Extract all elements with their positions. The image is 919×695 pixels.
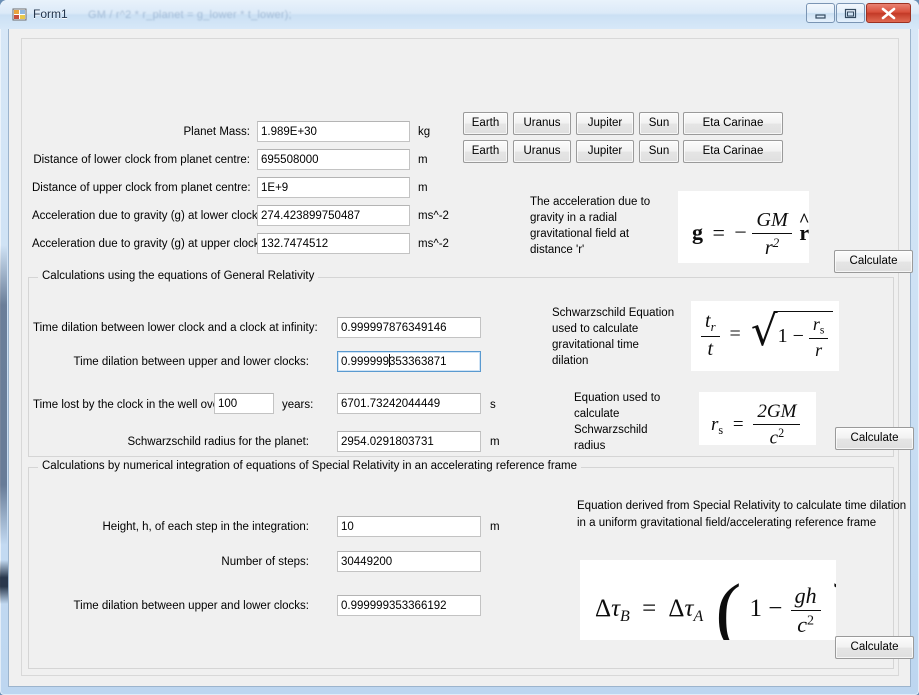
form-app-icon	[12, 7, 28, 23]
label-dilation-upper-lower-gr: Time dilation between upper and lower cl…	[73, 356, 309, 368]
input-planet-mass[interactable]: 1.989E+30	[257, 121, 410, 142]
title-bar[interactable]: GM / r^2 * r_planet = g_lower * t_lower)…	[0, 0, 919, 29]
calculate-button-sr[interactable]: Calculate	[835, 636, 914, 659]
label-lower-clock-distance: Distance of lower clock from planet cent…	[33, 154, 250, 166]
preset-row2-earth[interactable]: Earth	[463, 140, 508, 163]
unit-g-upper: ms^-2	[418, 238, 449, 250]
groupbox-general-relativity: Calculations using the equations of Gene…	[28, 270, 914, 457]
label-planet-mass: Planet Mass:	[183, 126, 250, 138]
application-window: GM / r^2 * r_planet = g_lower * t_lower)…	[0, 0, 919, 695]
unit-planet-mass: kg	[418, 126, 431, 138]
label-dilation-upper-lower-sr: Time dilation between upper and lower cl…	[73, 600, 309, 612]
label-schwarzschild-radius: Schwarzschild radius for the planet:	[127, 436, 309, 448]
preset-row2-uranus[interactable]: Uranus	[513, 140, 571, 163]
unit-upper-clock-distance: m	[418, 182, 428, 194]
label-g-lower: Acceleration due to gravity (g) at lower…	[32, 210, 261, 222]
preset-row1-earth[interactable]: Earth	[463, 112, 508, 135]
equation-image-schwarzschild-radius: rs = 2GM c2	[699, 392, 816, 445]
unit-schwarzschild-radius: m	[490, 436, 500, 448]
input-schwarzschild-radius[interactable]: 2954.0291803731	[337, 431, 481, 452]
input-years[interactable]: 100	[214, 393, 274, 414]
input-dilation-upper-lower-gr[interactable]: 0.999999353363871	[337, 351, 481, 372]
label-g-upper: Acceleration due to gravity (g) at upper…	[32, 238, 263, 250]
description-gravity-equation: The acceleration due to gravity in a rad…	[530, 196, 651, 256]
input-lower-clock-distance[interactable]: 695508000	[257, 149, 410, 170]
description-special-relativity-equation: Equation derived from Special Relativity…	[577, 500, 907, 529]
preset-row2-sun[interactable]: Sun	[639, 140, 679, 163]
label-step-height: Height, h, of each step in the integrati…	[102, 521, 310, 533]
label-years-suffix: years:	[282, 399, 314, 411]
preset-row2-jupiter[interactable]: Jupiter	[576, 140, 634, 163]
description-schwarzschild-radius-equation: Equation used to calculate Schwarzschild…	[574, 392, 661, 452]
close-button[interactable]	[866, 3, 911, 23]
label-time-lost-prefix: Time lost by the clock in the well over	[33, 399, 224, 411]
maximize-button[interactable]	[836, 3, 865, 23]
client-area: Planet Mass: 1.989E+30 kg Distance of lo…	[8, 29, 914, 687]
input-g-upper[interactable]: 132.7474512	[257, 233, 410, 254]
groupbox-title-special-relativity: Calculations by numerical integration of…	[38, 460, 582, 472]
unit-lower-clock-distance: m	[418, 154, 428, 166]
unit-step-height: m	[490, 521, 500, 533]
input-dilation-lower-infinity[interactable]: 0.999997876349146	[337, 317, 481, 338]
input-number-of-steps[interactable]: 30449200	[337, 551, 481, 572]
unit-g-lower: ms^-2	[418, 210, 449, 222]
unit-time-lost: s	[490, 399, 496, 411]
preset-row1-jupiter[interactable]: Jupiter	[576, 112, 634, 135]
calculate-button-top[interactable]: Calculate	[834, 250, 913, 273]
window-edge-artifact	[0, 560, 8, 604]
calculate-button-gr[interactable]: Calculate	[835, 427, 914, 450]
input-g-lower[interactable]: 274.423899750487	[257, 205, 410, 226]
input-time-lost[interactable]: 6701.73242044449	[337, 393, 481, 414]
description-schwarzschild-dilation: Schwarzschild Equation used to calculate…	[552, 307, 675, 367]
preset-row1-sun[interactable]: Sun	[639, 112, 679, 135]
groupbox-title-general-relativity: Calculations using the equations of Gene…	[38, 270, 319, 282]
preset-row2-eta-carinae[interactable]: Eta Carinae	[683, 140, 783, 163]
equation-image-time-dilation: tr t = √1 − rs r	[691, 301, 839, 371]
titlebar-ghost-text: GM / r^2 * r_planet = g_lower * t_lower)…	[88, 9, 292, 21]
label-dilation-lower-infinity: Time dilation between lower clock and a …	[33, 322, 318, 334]
input-upper-clock-distance[interactable]: 1E+9	[257, 177, 410, 198]
groupbox-special-relativity: Calculations by numerical integration of…	[28, 460, 914, 669]
preset-row1-eta-carinae[interactable]: Eta Carinae	[683, 112, 783, 135]
equation-image-special-relativity: ΔτB = ΔτA ( 1 − gh c2 )	[580, 560, 836, 640]
equation-image-gravity: g = − GM r2 r ^	[678, 191, 809, 263]
label-upper-clock-distance: Distance of upper clock from planet cent…	[32, 182, 251, 194]
input-dilation-upper-lower-sr[interactable]: 0.999999353366192	[337, 595, 481, 616]
main-panel: Planet Mass: 1.989E+30 kg Distance of lo…	[21, 38, 914, 676]
preset-row1-uranus[interactable]: Uranus	[513, 112, 571, 135]
minimize-button[interactable]	[806, 3, 835, 23]
window-title: Form1	[33, 7, 68, 21]
input-step-height[interactable]: 10	[337, 516, 481, 537]
label-number-of-steps: Number of steps:	[221, 556, 309, 568]
window-edge-artifact-upper	[0, 245, 7, 545]
